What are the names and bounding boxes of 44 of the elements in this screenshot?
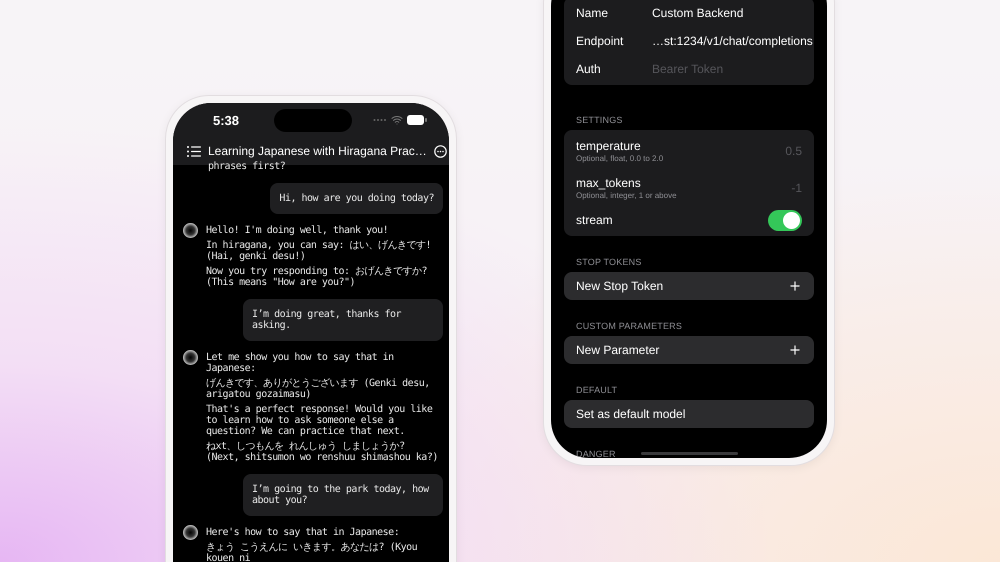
- section-title: DEFAULT: [575, 385, 618, 395]
- text-field[interactable]: Bearer Token: [652, 62, 802, 76]
- message-text: I’m doing great, thanks for asking.: [252, 309, 402, 331]
- message-text: That's a perfect response! Would you like to learn how to ask someone else a question? We can practice that next.: [206, 404, 434, 437]
- setting-label: max_tokens: [576, 176, 642, 190]
- message-text: Let me show you how to say that in Japanese:: [206, 352, 395, 374]
- message-text: In hiragana, you can say: はい、げんきです! (Hai, genki desu!): [206, 240, 432, 262]
- section-title: SETTINGS: [575, 115, 624, 125]
- field-label: Auth: [576, 62, 602, 76]
- message-text: Here's how to say that in Japanese:: [206, 527, 400, 538]
- signal-icon: [373, 118, 387, 122]
- message-text: きょう こうえんに いきます。あなたは? (Kyou kouen ni: [206, 542, 418, 562]
- add-row-button[interactable]: New Stop Token: [564, 272, 814, 300]
- message-text: phrases first?: [208, 161, 286, 172]
- section-title: DANGER: [575, 449, 617, 458]
- message-text: I’m going to the park today, how about you?: [252, 484, 430, 506]
- setting-hint: Optional, integer, 1 or above: [576, 190, 677, 200]
- message-text: ねxt、しつもんを れんしゅう しましょうか? (Next, shitsumon wo renshuu shimashou ka?): [206, 441, 439, 463]
- add-row-button[interactable]: New Parameter: [564, 336, 814, 364]
- number-field[interactable]: -1: [752, 180, 802, 194]
- action-row-button[interactable]: Set as default model: [564, 400, 814, 428]
- message-text: Hello! I'm doing well, thank you!: [206, 225, 390, 236]
- status-time: 5:38: [213, 112, 240, 128]
- section-title: STOP TOKENS: [575, 257, 643, 267]
- setting-label: stream: [576, 213, 613, 227]
- field-value: Custom Backend: [652, 6, 744, 20]
- message-text: Hi, how are you doing today?: [279, 193, 434, 204]
- chat-title: Learning Japanese with Hiragana Prac…: [208, 144, 427, 158]
- message-text: Now you try responding to: おげんきですか? (This means "How are you?"): [206, 266, 428, 288]
- field-label: Endpoint: [576, 34, 624, 48]
- setting-hint: Optional, float, 0.0 to 2.0: [576, 154, 664, 162]
- menu-button[interactable]: [187, 146, 201, 156]
- field-label: Name: [576, 6, 610, 20]
- plus-icon: [788, 279, 802, 293]
- plus-icon: [788, 343, 802, 357]
- message-text: げんきです、ありがとうございます (Genki desu, arigatou gozaimasu): [206, 378, 431, 400]
- more-icon: [434, 144, 447, 158]
- battery-icon: [407, 115, 427, 125]
- field-value: …st:1234/v1/chat/completions: [652, 34, 813, 48]
- toggle-switch[interactable]: [768, 210, 802, 230]
- more-button[interactable]: [434, 144, 447, 158]
- section-title: CUSTOM PARAMETERS: [575, 321, 684, 331]
- number-field[interactable]: 0.5: [752, 144, 802, 158]
- setting-label: temperature: [576, 138, 642, 152]
